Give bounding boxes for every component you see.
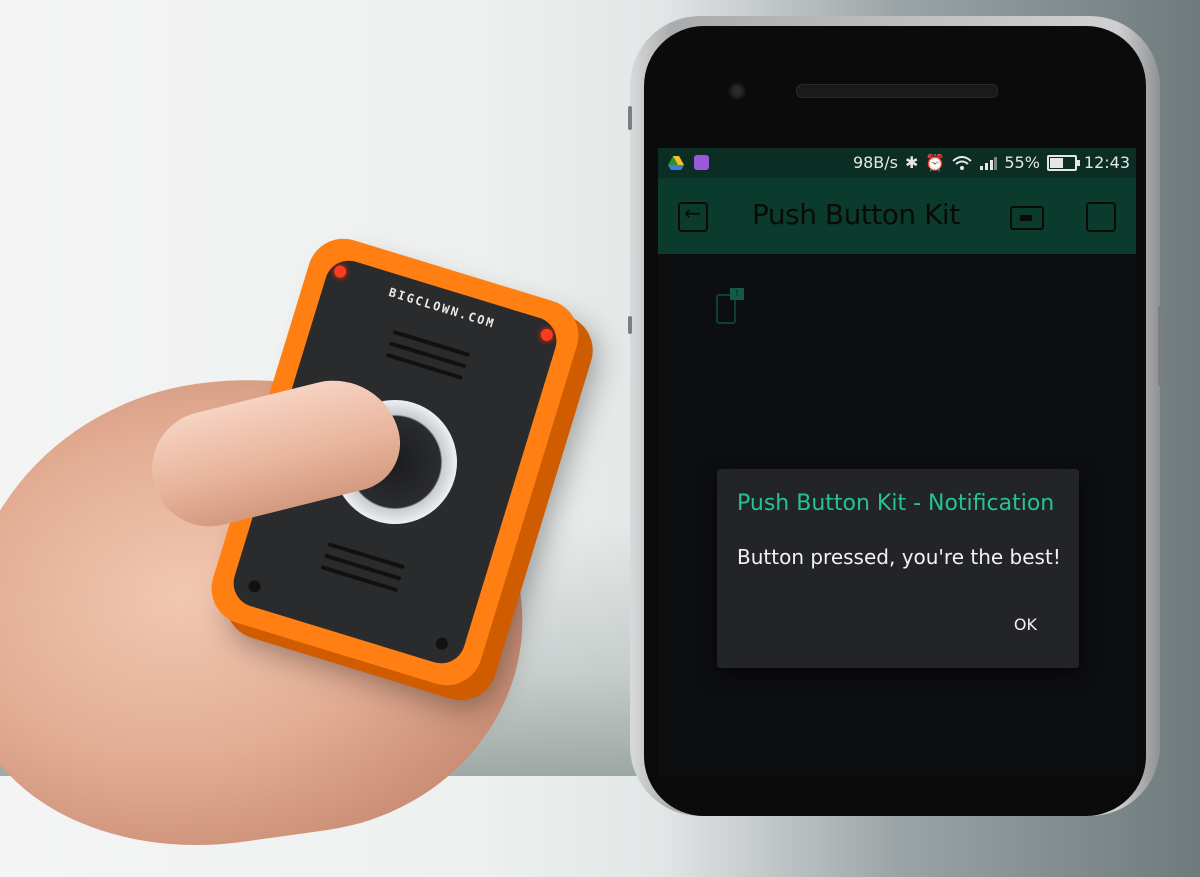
phone-side-button [1158,306,1162,386]
drive-icon [668,156,684,170]
signal-icon [980,156,998,170]
photo-icon [694,155,709,170]
earpiece-speaker [796,84,998,98]
phone-side-button [628,106,632,130]
dialog-title: Push Button Kit - Notification [737,491,1055,516]
front-camera-icon [728,82,746,100]
alarm-icon: ⏰ [925,153,946,172]
phone-side-button [628,316,632,334]
battery-icon [1046,154,1080,171]
ok-button[interactable]: OK [1014,615,1037,634]
wifi-icon [952,155,972,170]
speaker-grille [320,565,399,593]
notification-dialog: Push Button Kit - Notification Button pr… [717,469,1079,668]
screw [434,636,450,652]
notification-badge: ! [730,288,744,300]
phone-screen: 98B/s ✱ ⏰ 55% 12:43 Push Button Kit [658,148,1136,776]
device-brand-label: BIGCLOWN.COM [387,285,498,331]
speaker-grille [385,352,464,380]
status-right: 98B/s ✱ ⏰ 55% 12:43 [853,153,1130,172]
status-bar: 98B/s ✱ ⏰ 55% 12:43 [658,148,1136,178]
back-icon[interactable] [678,201,708,232]
app-title: Push Button Kit [752,198,960,231]
notification-widget[interactable]: ! [716,288,746,324]
app-bar: Push Button Kit [658,178,1136,254]
status-left-icons [668,155,709,171]
battery-percent: 55% [1004,153,1040,172]
stop-icon[interactable] [1086,202,1116,232]
clock: 12:43 [1083,153,1130,172]
device-icon[interactable] [1010,206,1044,230]
dialog-message: Button pressed, you're the best! [737,545,1061,569]
bluetooth-icon: ✱ [905,153,919,172]
network-speed: 98B/s [852,153,898,172]
device-photo: BIGCLOWN.COM [0,0,620,877]
screw [247,578,262,594]
